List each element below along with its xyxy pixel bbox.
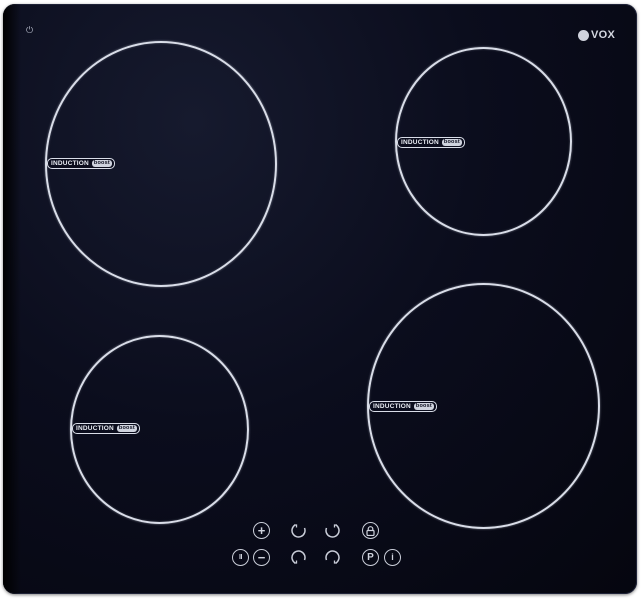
plus-icon: + bbox=[257, 523, 266, 538]
boost-label: boost bbox=[413, 403, 434, 410]
induction-badge-top-right: INDUCTION boost bbox=[397, 137, 465, 148]
induction-label: INDUCTION bbox=[373, 403, 411, 410]
zone-top-right-icon bbox=[325, 524, 340, 538]
induction-label: INDUCTION bbox=[51, 160, 89, 167]
induction-badge-top-left: INDUCTION boost bbox=[47, 158, 115, 169]
zone-select-bottom-right-button[interactable] bbox=[323, 549, 340, 566]
boost-label: boost bbox=[116, 425, 137, 432]
pause-button[interactable]: II bbox=[232, 549, 249, 566]
power-symbol-icon: ⏻ bbox=[26, 25, 34, 35]
boost-label: boost bbox=[441, 139, 462, 146]
zone-top-left-icon bbox=[291, 524, 306, 538]
glass-edge-shadow bbox=[3, 4, 21, 594]
minus-icon: − bbox=[257, 550, 266, 565]
plus-button[interactable]: + bbox=[253, 522, 270, 539]
pause-icon: II bbox=[239, 554, 242, 561]
zone-bottom-left-icon bbox=[291, 550, 306, 564]
zone-select-top-left-button[interactable] bbox=[291, 522, 308, 539]
info-button[interactable]: i bbox=[384, 549, 401, 566]
minus-button[interactable]: − bbox=[253, 549, 270, 566]
boost-label: boost bbox=[91, 160, 112, 167]
induction-label: INDUCTION bbox=[76, 425, 114, 432]
induction-badge-bottom-left: INDUCTION boost bbox=[72, 423, 140, 434]
brand-logo-text: VOX bbox=[591, 29, 616, 41]
info-icon: i bbox=[391, 552, 394, 562]
program-button[interactable]: P bbox=[362, 549, 379, 566]
zone-select-top-right-button[interactable] bbox=[323, 522, 340, 539]
zone-bottom-right-icon bbox=[325, 550, 340, 564]
logo-circle-icon bbox=[578, 29, 589, 41]
induction-label: INDUCTION bbox=[401, 139, 439, 146]
lock-icon bbox=[366, 525, 375, 536]
lock-button[interactable] bbox=[362, 522, 379, 539]
program-icon: P bbox=[367, 551, 374, 563]
zone-select-bottom-left-button[interactable] bbox=[291, 549, 308, 566]
brand-logo: VOX bbox=[578, 28, 615, 42]
induction-badge-bottom-right: INDUCTION boost bbox=[369, 401, 437, 412]
